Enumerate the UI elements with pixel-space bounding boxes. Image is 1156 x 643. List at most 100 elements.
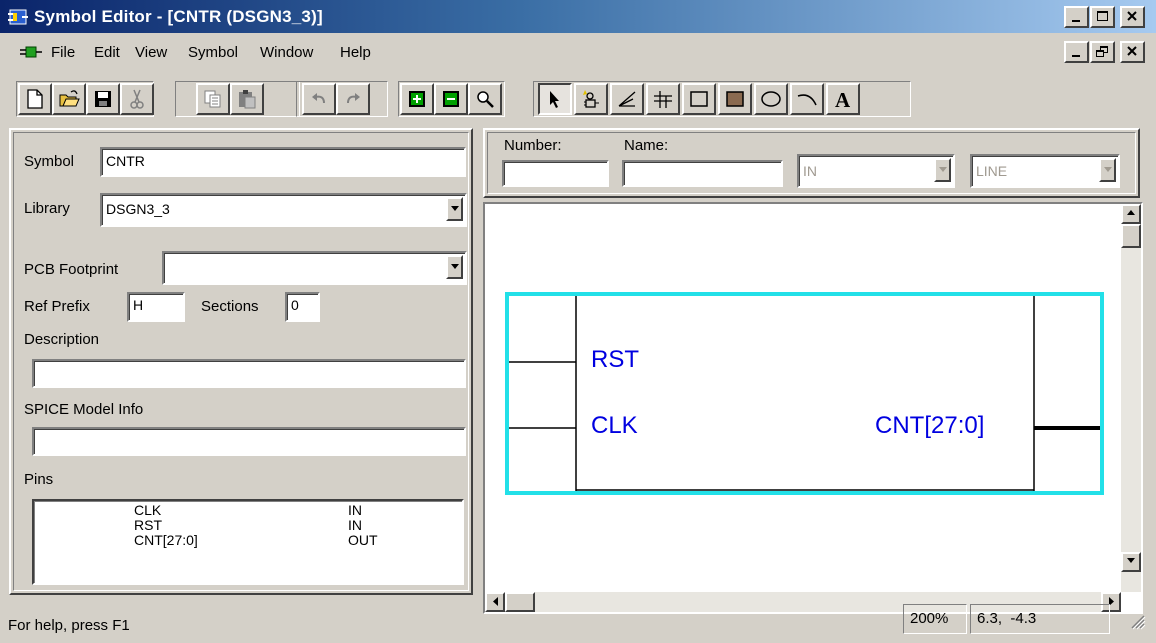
zoom-level-indicator: 200% — [903, 604, 967, 634]
menu-symbol[interactable]: Symbol — [188, 44, 238, 61]
menu-edit[interactable]: Edit — [94, 44, 120, 61]
properties-panel-inner: Symbol CNTR Library DSGN3_3 PCB Footprin… — [13, 132, 469, 591]
arc-icon — [797, 94, 817, 106]
symbol-bounding-box[interactable]: RST CLK CNT[27:0] — [505, 292, 1104, 495]
redo-button[interactable] — [336, 83, 370, 115]
library-label: Library — [24, 200, 70, 217]
pin-type: IN — [348, 502, 362, 518]
undo-button[interactable] — [302, 83, 336, 115]
pin-number-field[interactable] — [502, 160, 609, 187]
wire-icon — [618, 91, 636, 107]
chevron-down-icon — [1104, 167, 1112, 172]
close-button[interactable] — [1120, 6, 1145, 28]
scroll-up-button[interactable] — [1121, 204, 1141, 224]
grid-tool-button[interactable] — [646, 83, 680, 115]
resize-grip-icon[interactable] — [1128, 612, 1146, 632]
copy-button[interactable] — [196, 83, 230, 115]
vertical-scroll-thumb[interactable] — [1121, 224, 1141, 248]
library-select-value: DSGN3_3 — [106, 201, 170, 217]
restore-icon — [1096, 46, 1108, 57]
pins-label: Pins — [24, 471, 54, 488]
zoom-level-value: 200% — [910, 610, 949, 627]
child-minimize-button[interactable] — [1064, 41, 1089, 63]
ref-prefix-label: Ref Prefix — [24, 298, 90, 315]
pin-type-dropdown-button[interactable] — [934, 158, 951, 182]
description-field[interactable] — [32, 359, 466, 388]
pin-row[interactable]: CNT[27:0] OUT — [34, 533, 454, 548]
spice-model-field[interactable] — [32, 427, 466, 456]
paste-icon — [239, 90, 256, 109]
title-bar[interactable]: Symbol Editor - [CNTR (DSGN3_3)] — [0, 0, 1156, 33]
zoom-out-icon — [443, 91, 459, 107]
menu-window[interactable]: Window — [260, 44, 313, 61]
pins-list[interactable]: CLK IN RST IN CNT[27:0] OUT — [32, 499, 464, 585]
paste-button[interactable] — [230, 83, 264, 115]
file-toolbar-group — [16, 81, 154, 117]
rectangle-tool-button[interactable] — [682, 83, 716, 115]
close-icon — [1127, 11, 1137, 21]
menu-help[interactable]: Help — [340, 44, 371, 61]
symbol-label: Symbol — [24, 153, 75, 170]
sections-label: Sections — [201, 298, 259, 315]
library-dropdown-button[interactable] — [446, 197, 463, 221]
save-icon — [95, 91, 111, 107]
pin-shape-dropdown-button[interactable] — [1099, 158, 1116, 182]
select-tool-button[interactable] — [538, 83, 572, 115]
scroll-down-button[interactable] — [1121, 552, 1141, 572]
wire-tool-button[interactable] — [610, 83, 644, 115]
open-button[interactable] — [52, 83, 86, 115]
zoom-button[interactable] — [468, 83, 502, 115]
ref-prefix-field[interactable]: H — [127, 292, 185, 322]
cut-button[interactable] — [120, 83, 154, 115]
zoom-in-icon — [409, 91, 425, 107]
symbol-name-field[interactable]: CNTR — [100, 147, 466, 177]
open-icon — [59, 90, 80, 107]
spice-model-label: SPICE Model Info — [24, 401, 144, 418]
undo-icon — [312, 93, 325, 104]
pcb-footprint-select[interactable] — [162, 251, 467, 285]
pin-type-value: IN — [803, 163, 817, 179]
child-close-button[interactable] — [1120, 41, 1145, 63]
symbol-body-graphic — [509, 296, 1100, 491]
minimize-button[interactable] — [1064, 6, 1089, 28]
add-pin-tool-button[interactable] — [574, 83, 608, 115]
close-icon — [1127, 46, 1137, 56]
new-button[interactable] — [18, 83, 52, 115]
pcb-footprint-dropdown-button[interactable] — [446, 255, 463, 279]
pin-shape-value: LINE — [976, 163, 1008, 179]
pin-editor-inner: Number: Name: IN LINE — [487, 132, 1136, 194]
pin-shape-select[interactable]: LINE — [970, 154, 1120, 188]
description-label: Description — [24, 331, 100, 348]
vertical-scrollbar[interactable] — [1121, 204, 1141, 592]
menu-bar: File Edit View Symbol Window Help — [0, 36, 1156, 68]
chevron-down-icon — [1127, 558, 1135, 563]
cut-icon — [130, 89, 144, 109]
undo-toolbar-group — [296, 81, 388, 117]
pin-row[interactable]: CLK IN — [34, 503, 454, 518]
maximize-button[interactable] — [1090, 6, 1115, 28]
menu-view[interactable]: View — [135, 44, 167, 61]
text-icon: A — [835, 88, 851, 110]
clk-pin-label: CLK — [591, 412, 638, 439]
text-tool-button[interactable]: A — [826, 83, 860, 115]
ellipse-tool-button[interactable] — [754, 83, 788, 115]
chevron-down-icon — [451, 264, 459, 269]
save-button[interactable] — [86, 83, 120, 115]
pin-type-select[interactable]: IN — [797, 154, 955, 188]
arc-tool-button[interactable] — [790, 83, 824, 115]
filled-rectangle-icon — [726, 91, 744, 107]
pin-name-field[interactable] — [622, 160, 783, 187]
symbol-canvas[interactable]: RST CLK CNT[27:0] — [485, 204, 1121, 592]
child-restore-button[interactable] — [1090, 41, 1115, 63]
pin-row[interactable]: RST IN — [34, 518, 454, 533]
draw-toolbar-group: A — [533, 81, 911, 117]
library-select[interactable]: DSGN3_3 — [100, 193, 467, 227]
filled-rectangle-tool-button[interactable] — [718, 83, 752, 115]
document-icon[interactable] — [20, 44, 42, 60]
sections-field[interactable]: 0 — [285, 292, 320, 322]
zoom-in-button[interactable] — [400, 83, 434, 115]
menu-file[interactable]: File — [51, 44, 75, 61]
pin-name-label: Name: — [624, 137, 669, 154]
zoom-out-button[interactable] — [434, 83, 468, 115]
status-help-text: For help, press F1 — [8, 617, 130, 634]
